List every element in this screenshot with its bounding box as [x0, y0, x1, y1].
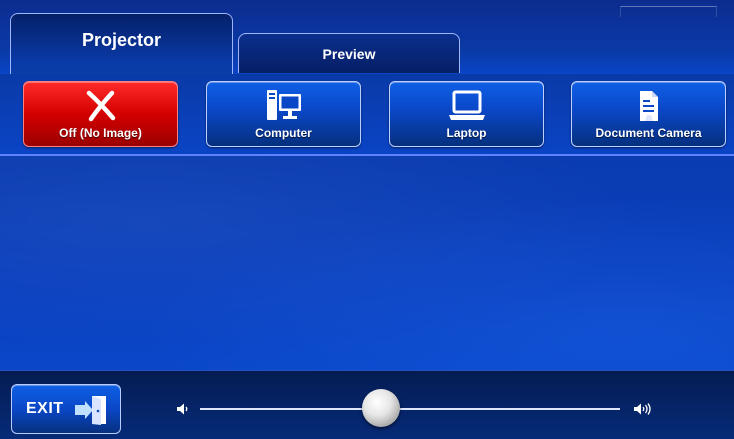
- tab-preview-label: Preview: [322, 45, 376, 62]
- document-camera-label: Document Camera: [595, 126, 702, 140]
- source-selection-bar: Off (No Image) Computer Laptop Document …: [0, 74, 734, 156]
- volume-slider[interactable]: [200, 389, 620, 427]
- volume-low-icon[interactable]: [176, 402, 190, 416]
- tab-bar: Projector Preview: [0, 0, 734, 75]
- close-x-icon: [24, 88, 177, 124]
- tab-projector[interactable]: Projector: [10, 13, 233, 75]
- off-no-image-label: Off (No Image): [59, 126, 142, 140]
- document-camera-button[interactable]: Document Camera: [571, 81, 726, 147]
- tab-projector-label: Projector: [81, 30, 162, 50]
- computer-button[interactable]: Computer: [206, 81, 361, 147]
- off-no-image-button[interactable]: Off (No Image): [23, 81, 178, 147]
- computer-icon: [207, 88, 360, 124]
- volume-slider-thumb[interactable]: [361, 389, 400, 427]
- volume-high-icon[interactable]: [633, 402, 653, 416]
- volume-slider-track[interactable]: [200, 408, 620, 410]
- exit-door-icon: [72, 394, 108, 426]
- laptop-button[interactable]: Laptop: [389, 81, 544, 147]
- corner-decoration: [620, 6, 717, 17]
- tab-preview[interactable]: Preview: [238, 33, 460, 73]
- laptop-icon: [390, 88, 543, 124]
- exit-label: EXIT: [26, 400, 64, 417]
- laptop-label: Laptop: [446, 126, 487, 140]
- document-camera-icon: [572, 88, 725, 124]
- main-content-area: [0, 156, 734, 370]
- exit-button[interactable]: EXIT: [11, 384, 121, 434]
- control-panel: Projector Preview Off (No Image) Compute…: [0, 0, 734, 439]
- computer-label: Computer: [255, 126, 312, 140]
